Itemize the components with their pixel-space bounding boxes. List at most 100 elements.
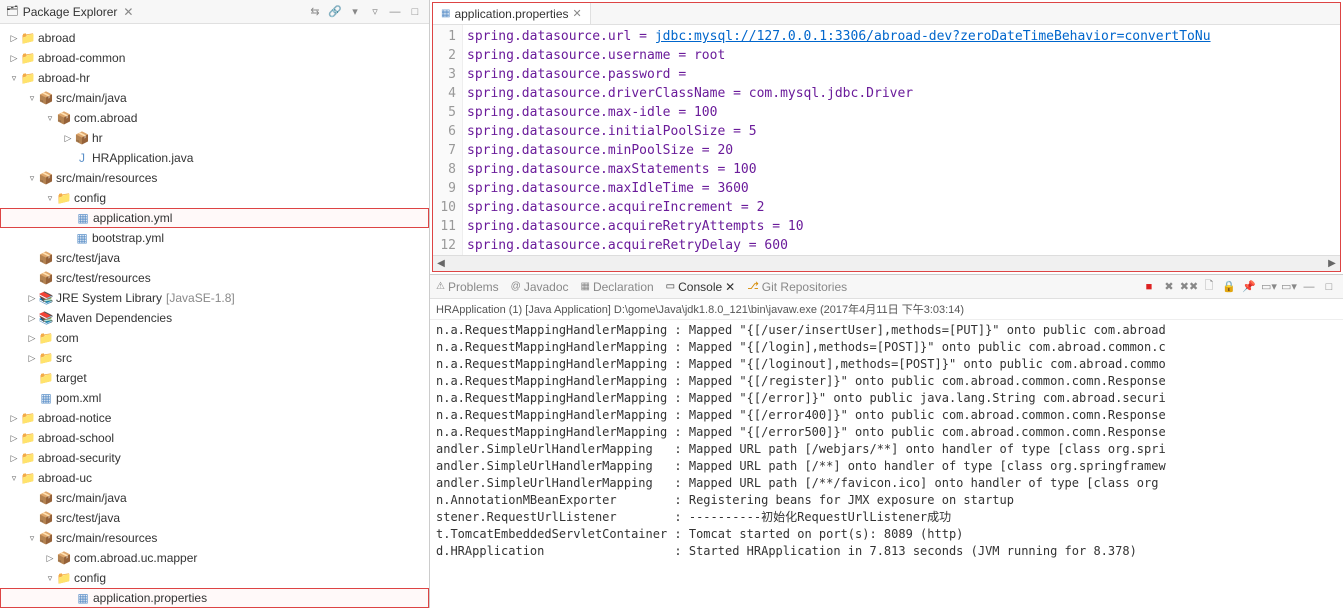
tree-item-jre-system-library[interactable]: ▷📚JRE System Library[JavaSE-1.8]	[0, 288, 429, 308]
tree-item-abroad-school[interactable]: ▷📁abroad-school	[0, 428, 429, 448]
expand-arrow-icon[interactable]: ▿	[44, 193, 56, 204]
tree-item-hr[interactable]: ▷📦hr	[0, 128, 429, 148]
tree-item-src-test-resources[interactable]: 📦src/test/resources	[0, 268, 429, 288]
code-line[interactable]: spring.datasource.maxStatements = 100	[467, 160, 1340, 179]
editor-tab-application-properties[interactable]: ▦ application.properties ✕	[433, 3, 591, 24]
console-output[interactable]: n.a.RequestMappingHandlerMapping : Mappe…	[430, 320, 1343, 608]
tree-item-maven-dependencies[interactable]: ▷📚Maven Dependencies	[0, 308, 429, 328]
tree-item-abroad-security[interactable]: ▷📁abroad-security	[0, 448, 429, 468]
code-line[interactable]: spring.datasource.url = jdbc:mysql://127…	[467, 27, 1340, 46]
tree-item-label: abroad-school	[38, 431, 114, 445]
tree-item-abroad-notice[interactable]: ▷📁abroad-notice	[0, 408, 429, 428]
close-tab-icon[interactable]: ✕	[573, 7, 582, 20]
maximize-icon[interactable]: □	[407, 4, 423, 20]
code-line[interactable]: spring.datasource.username = root	[467, 46, 1340, 65]
remove-launch-icon[interactable]: ✖	[1161, 279, 1177, 295]
expand-arrow-icon[interactable]: ▷	[8, 413, 20, 424]
clear-console-icon[interactable]: 🗋	[1201, 279, 1217, 295]
tree-item-pom-xml[interactable]: ▦pom.xml	[0, 388, 429, 408]
tree-item-label: src/test/resources	[56, 271, 151, 285]
code-line[interactable]: spring.datasource.acquireRetryDelay = 60…	[467, 236, 1340, 255]
code-line[interactable]: spring.datasource.password =	[467, 65, 1340, 84]
tree-item-abroad-hr[interactable]: ▿📁abroad-hr	[0, 68, 429, 88]
tree-item-src-test-java[interactable]: 📦src/test/java	[0, 508, 429, 528]
terminate-icon[interactable]: ■	[1141, 279, 1157, 295]
expand-arrow-icon[interactable]: ▷	[26, 333, 38, 344]
code-line[interactable]: spring.datasource.acquireRetryAttempts =…	[467, 217, 1340, 236]
tree-item-src[interactable]: ▷📁src	[0, 348, 429, 368]
tree-item-src-test-java[interactable]: 📦src/test/java	[0, 248, 429, 268]
console-line: n.a.RequestMappingHandlerMapping : Mappe…	[436, 356, 1337, 373]
expand-arrow-icon[interactable]: ▿	[26, 93, 38, 104]
scroll-left-arrow-icon[interactable]: ◀	[433, 258, 449, 269]
expand-arrow-icon[interactable]: ▿	[44, 113, 56, 124]
minimize-icon[interactable]: —	[387, 4, 403, 20]
close-console-icon[interactable]: ✕	[725, 280, 735, 294]
pin-console-icon[interactable]: 📌	[1241, 279, 1257, 295]
tree-item-src-main-resources[interactable]: ▿📦src/main/resources	[0, 168, 429, 188]
collapse-all-icon[interactable]: ⇆	[307, 4, 323, 20]
tree-item-src-main-java[interactable]: ▿📦src/main/java	[0, 88, 429, 108]
expand-arrow-icon[interactable]: ▷	[8, 453, 20, 464]
expand-arrow-icon[interactable]: ▷	[44, 553, 56, 564]
code-line[interactable]: spring.datasource.driverClassName = com.…	[467, 84, 1340, 103]
tree-item-target[interactable]: 📁target	[0, 368, 429, 388]
tab-console[interactable]: ▭ Console ✕	[666, 280, 736, 294]
open-console-icon[interactable]: ▭▾	[1281, 279, 1297, 295]
editor-content[interactable]: 123456789101112 spring.datasource.url = …	[433, 25, 1340, 255]
console-line: n.a.RequestMappingHandlerMapping : Mappe…	[436, 407, 1337, 424]
code-line[interactable]: spring.datasource.minPoolSize = 20	[467, 141, 1340, 160]
package-tree[interactable]: ▷📁abroad▷📁abroad-common▿📁abroad-hr▿📦src/…	[0, 24, 429, 608]
maximize-bottom-icon[interactable]: □	[1321, 279, 1337, 295]
console-launch-header: HRApplication (1) [Java Application] D:\…	[430, 299, 1343, 320]
tree-item-hrapplication-java[interactable]: JHRApplication.java	[0, 148, 429, 168]
tree-item-config[interactable]: ▿📁config	[0, 188, 429, 208]
tree-item-src-main-java[interactable]: 📦src/main/java	[0, 488, 429, 508]
editor-code[interactable]: spring.datasource.url = jdbc:mysql://127…	[463, 25, 1340, 255]
tree-item-com-abroad[interactable]: ▿📦com.abroad	[0, 108, 429, 128]
tree-item-application-yml[interactable]: ▦application.yml	[0, 208, 429, 228]
tab-declaration[interactable]: ▦ Declaration	[581, 280, 654, 294]
expand-arrow-icon[interactable]: ▷	[62, 133, 74, 144]
editor-horizontal-scrollbar[interactable]: ◀ ▶	[433, 255, 1340, 271]
expand-arrow-icon[interactable]: ▷	[8, 33, 20, 44]
code-line[interactable]: spring.datasource.max-idle = 100	[467, 103, 1340, 122]
tree-item-abroad-common[interactable]: ▷📁abroad-common	[0, 48, 429, 68]
tree-item-label: com.abroad	[74, 111, 137, 125]
expand-arrow-icon[interactable]: ▷	[26, 353, 38, 364]
expand-arrow-icon[interactable]: ▿	[26, 533, 38, 544]
filter-icon[interactable]: ▾	[347, 4, 363, 20]
tree-item-config[interactable]: ▿📁config	[0, 568, 429, 588]
tab-javadoc[interactable]: @ Javadoc	[511, 280, 569, 294]
tree-item-com-abroad-uc-mapper[interactable]: ▷📦com.abroad.uc.mapper	[0, 548, 429, 568]
scroll-lock-icon[interactable]: 🔒	[1221, 279, 1237, 295]
tab-problems[interactable]: ⚠ Problems	[436, 280, 499, 294]
expand-arrow-icon[interactable]: ▷	[8, 53, 20, 64]
tree-item-abroad-uc[interactable]: ▿📁abroad-uc	[0, 468, 429, 488]
tree-item-com[interactable]: ▷📁com	[0, 328, 429, 348]
minimize-bottom-icon[interactable]: —	[1301, 279, 1317, 295]
code-line[interactable]: spring.datasource.acquireIncrement = 2	[467, 198, 1340, 217]
code-line[interactable]: spring.datasource.maxIdleTime = 3600	[467, 179, 1340, 198]
folder-icon: 📁	[20, 50, 36, 66]
jdbc-url-link[interactable]: jdbc:mysql://127.0.0.1:3306/abroad-dev?z…	[655, 29, 1211, 44]
expand-arrow-icon[interactable]: ▿	[44, 573, 56, 584]
expand-arrow-icon[interactable]: ▷	[8, 433, 20, 444]
tab-git-repositories[interactable]: ⎇ Git Repositories	[747, 280, 847, 294]
expand-arrow-icon[interactable]: ▷	[26, 313, 38, 324]
code-line[interactable]: spring.datasource.initialPoolSize = 5	[467, 122, 1340, 141]
display-selected-console-icon[interactable]: ▭▾	[1261, 279, 1277, 295]
expand-arrow-icon[interactable]: ▿	[26, 173, 38, 184]
expand-arrow-icon[interactable]: ▿	[8, 73, 20, 84]
scroll-right-arrow-icon[interactable]: ▶	[1324, 258, 1340, 269]
expand-arrow-icon[interactable]: ▷	[26, 293, 38, 304]
tree-item-bootstrap-yml[interactable]: ▦bootstrap.yml	[0, 228, 429, 248]
tree-item-abroad[interactable]: ▷📁abroad	[0, 28, 429, 48]
view-menu-icon[interactable]: ▿	[367, 4, 383, 20]
tree-item-src-main-resources[interactable]: ▿📦src/main/resources	[0, 528, 429, 548]
link-editor-icon[interactable]: 🔗	[327, 4, 343, 20]
tree-item-application-properties[interactable]: ▦application.properties	[0, 588, 429, 608]
expand-arrow-icon[interactable]: ▿	[8, 473, 20, 484]
remove-all-terminated-icon[interactable]: ✖✖	[1181, 279, 1197, 295]
close-icon[interactable]: ✕	[123, 5, 133, 19]
